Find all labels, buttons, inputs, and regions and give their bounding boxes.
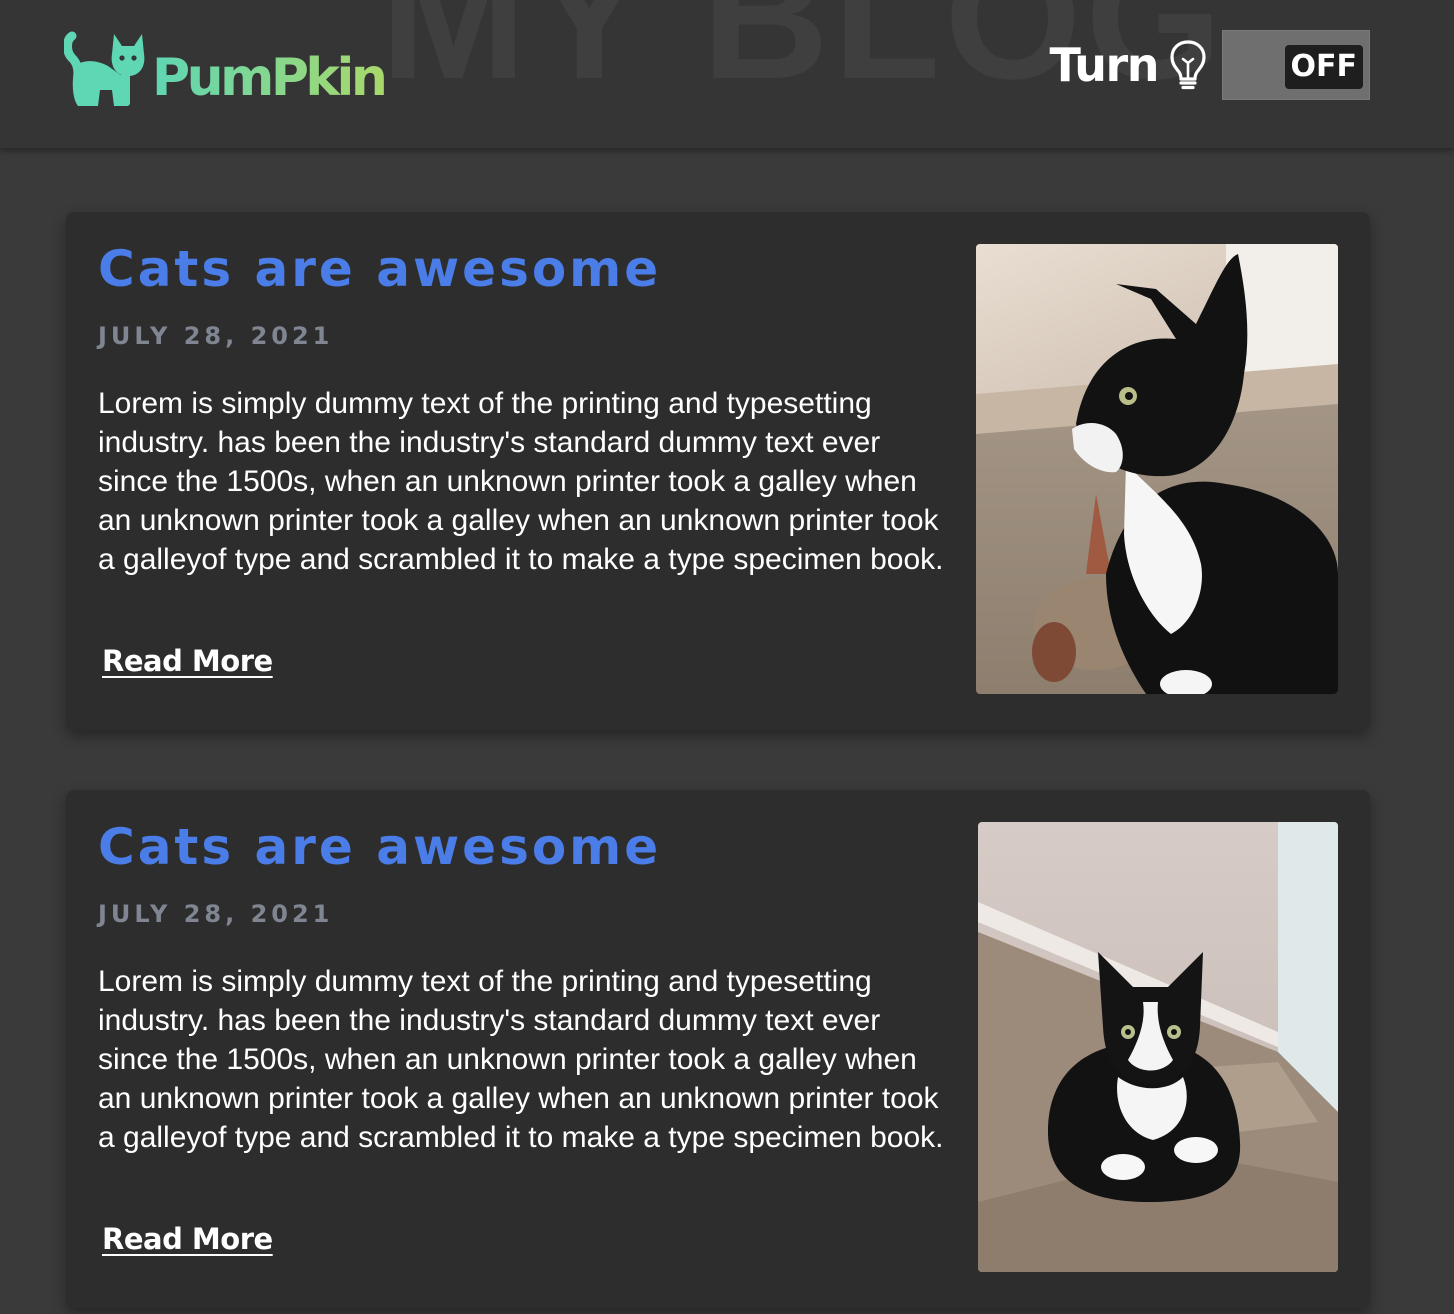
theme-toggle-switch[interactable]: OFF — [1222, 30, 1370, 100]
blog-post-card: Cats are awesome JULY 28, 2021 Lorem is … — [66, 212, 1370, 730]
lightbulb-icon — [1170, 40, 1206, 90]
cat-photo — [976, 244, 1338, 694]
post-title: Cats are awesome — [98, 818, 662, 876]
post-date: JULY 28, 2021 — [98, 322, 334, 350]
site-logo[interactable]: PumPkin — [64, 28, 388, 108]
read-more-link[interactable]: Read More — [102, 1222, 273, 1256]
cat-icon — [64, 31, 145, 106]
cat-photo — [978, 822, 1338, 1272]
post-title: Cats are awesome — [98, 240, 662, 298]
post-excerpt: Lorem is simply dummy text of the printi… — [98, 387, 944, 576]
read-more-link[interactable]: Read More — [102, 644, 273, 678]
post-excerpt: Lorem is simply dummy text of the printi… — [98, 965, 944, 1154]
toggle-state-label: OFF — [1284, 45, 1363, 89]
toggle-label: Turn — [1049, 38, 1159, 92]
theme-toggle-group: Turn OFF — [1049, 30, 1370, 100]
post-date: JULY 28, 2021 — [98, 900, 334, 928]
site-header: MY BLOG PumPkin Turn OFF — [0, 0, 1454, 148]
logo-text: PumPkin — [152, 48, 388, 108]
blog-post-card: Cats are awesome JULY 28, 2021 Lorem is … — [66, 790, 1370, 1308]
